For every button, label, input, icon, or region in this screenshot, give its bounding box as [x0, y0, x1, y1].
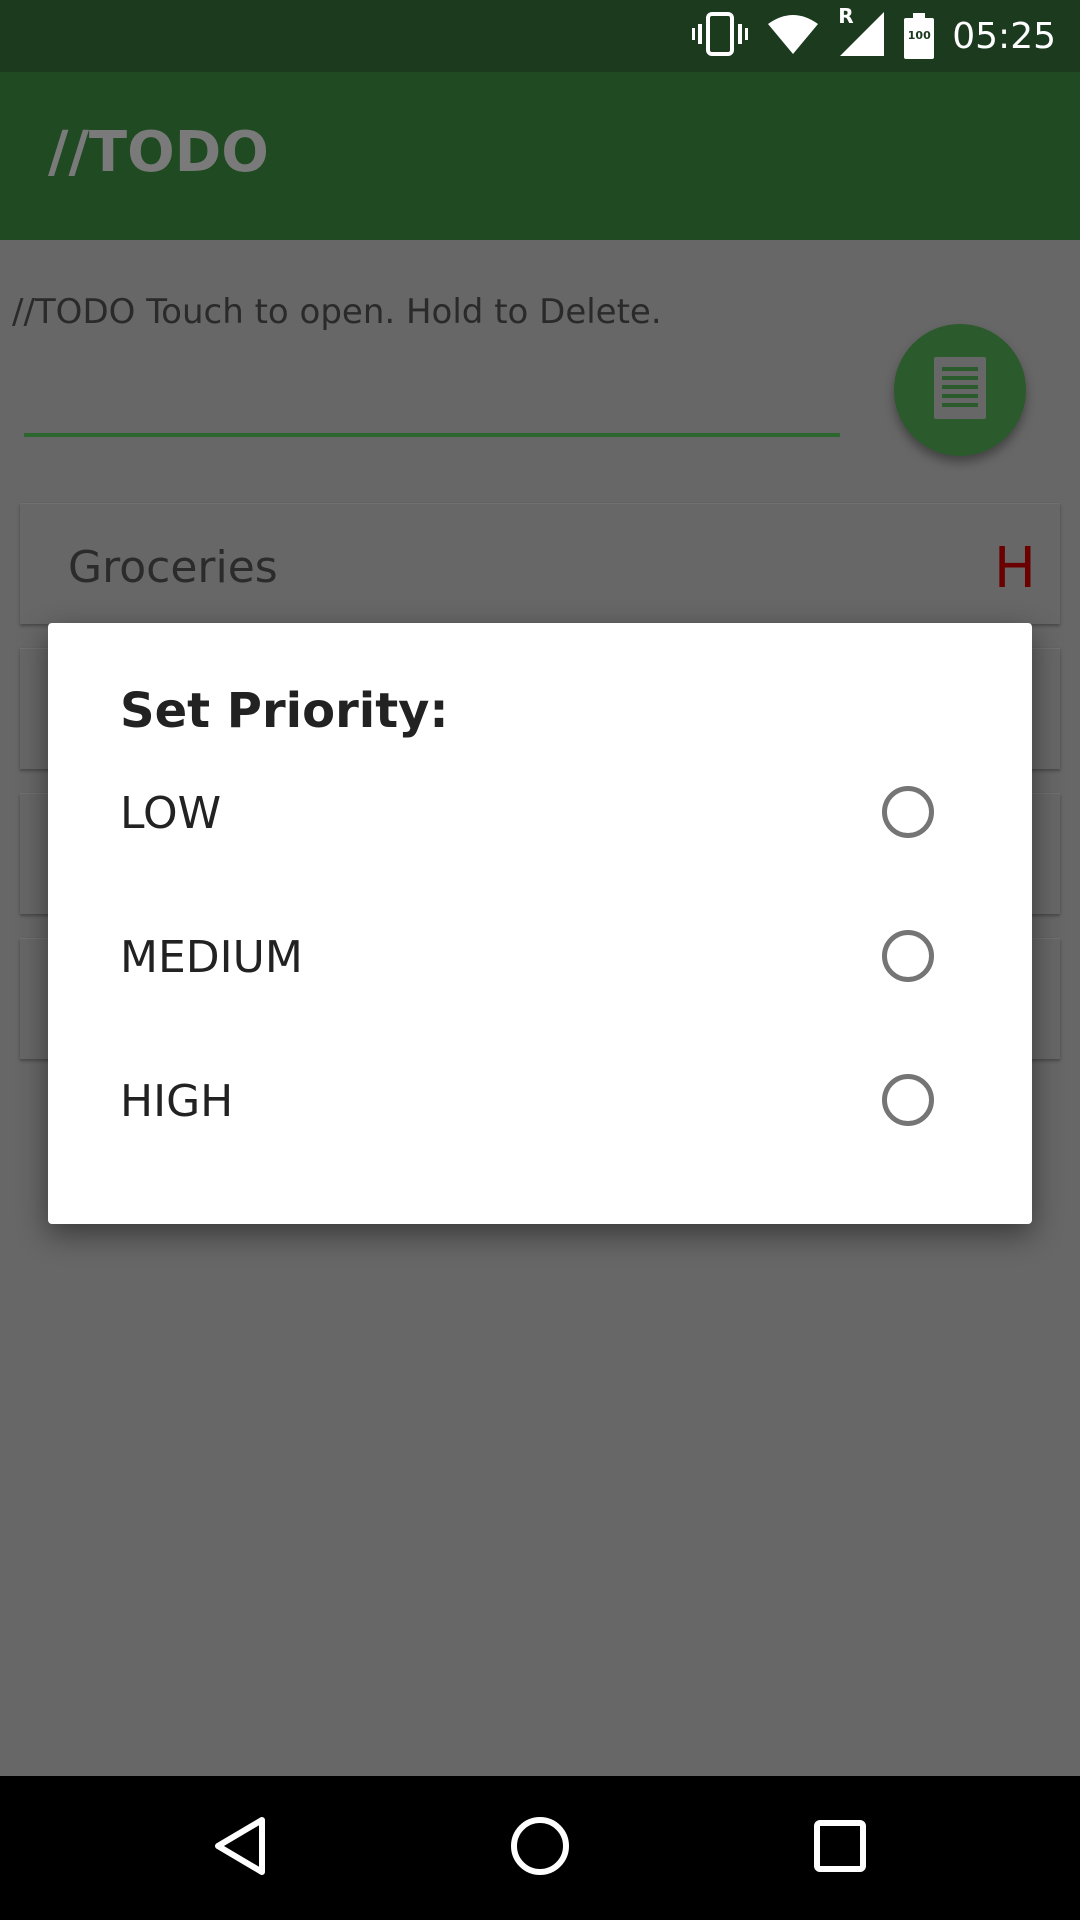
cell-signal-icon: R [838, 4, 886, 62]
todo-item[interactable]: Groceries H [20, 503, 1060, 624]
priority-dialog: Set Priority: LOW MEDIUM HIGH [48, 623, 1032, 1224]
battery-icon: 100 [904, 13, 935, 59]
app-bar: //TODO [0, 72, 1080, 240]
app-title: //TODO [48, 120, 269, 185]
option-label: MEDIUM [120, 932, 303, 983]
todo-item-title: Groceries [68, 542, 278, 593]
radio-unchecked-icon[interactable] [882, 786, 934, 838]
back-icon [212, 1816, 268, 1880]
navigation-bar [0, 1776, 1080, 1920]
option-label: LOW [120, 788, 222, 839]
back-button[interactable] [180, 1776, 300, 1920]
home-button[interactable] [480, 1776, 600, 1920]
option-label: HIGH [120, 1076, 234, 1127]
priority-option-low[interactable]: LOW [48, 744, 1032, 888]
battery-level: 100 [907, 29, 931, 42]
notes-icon [934, 357, 986, 423]
todo-input[interactable] [24, 360, 840, 436]
status-bar: R 100 05:25 [0, 0, 1080, 72]
priority-option-high[interactable]: HIGH [48, 1032, 1032, 1176]
recents-icon [814, 1820, 866, 1876]
todo-item-priority: H [993, 536, 1036, 601]
priority-option-medium[interactable]: MEDIUM [48, 888, 1032, 1032]
radio-unchecked-icon[interactable] [882, 1074, 934, 1126]
home-icon [510, 1816, 570, 1880]
recents-button[interactable] [780, 1776, 900, 1920]
radio-unchecked-icon[interactable] [882, 930, 934, 982]
wifi-icon [766, 12, 820, 60]
dialog-title: Set Priority: [120, 683, 449, 739]
input-underline [24, 433, 840, 437]
vibrate-icon [692, 12, 749, 60]
add-todo-button[interactable] [894, 324, 1026, 456]
roaming-badge: R [838, 4, 854, 28]
input-hint: //TODO Touch to open. Hold to Delete. [12, 292, 662, 332]
status-time: 05:25 [952, 15, 1056, 57]
